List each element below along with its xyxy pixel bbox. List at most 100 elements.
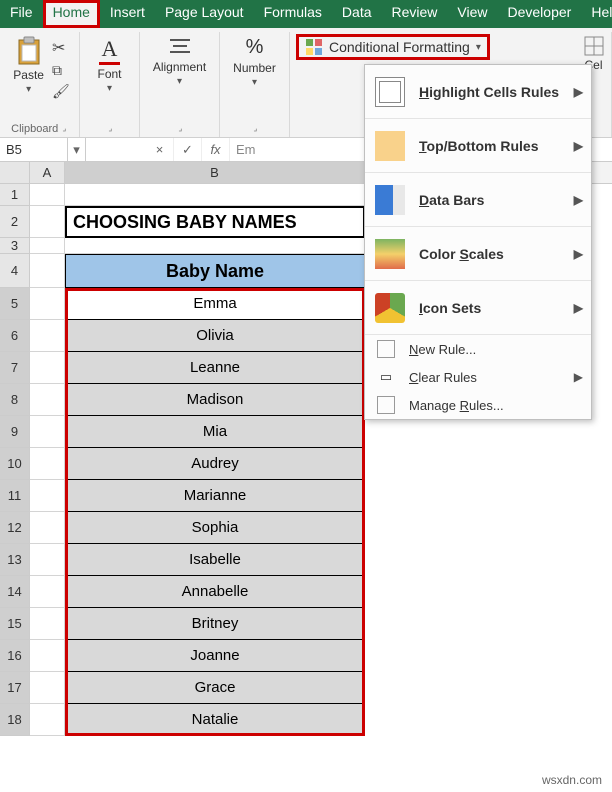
row-header[interactable]: 14 xyxy=(0,576,30,608)
row-header[interactable]: 12 xyxy=(0,512,30,544)
cell[interactable] xyxy=(30,206,65,238)
cell[interactable] xyxy=(30,448,65,480)
table-row[interactable]: Marianne xyxy=(65,480,365,512)
dialog-launcher-icon[interactable] xyxy=(106,124,114,135)
cell[interactable] xyxy=(30,254,65,288)
tab-home[interactable]: Home xyxy=(43,0,100,28)
alignment-icon xyxy=(168,36,192,58)
cell[interactable] xyxy=(30,672,65,704)
chevron-right-icon: ▶ xyxy=(574,85,583,99)
row-header[interactable]: 13 xyxy=(0,544,30,576)
row-header[interactable]: 2 xyxy=(0,206,30,238)
clipboard-icon xyxy=(16,36,42,66)
row-header[interactable]: 5 xyxy=(0,288,30,320)
row-header[interactable]: 3 xyxy=(0,238,30,254)
chevron-right-icon: ▶ xyxy=(574,301,583,315)
cell[interactable] xyxy=(30,544,65,576)
table-row[interactable]: Olivia xyxy=(65,320,365,352)
conditional-formatting-button[interactable]: Conditional Formatting ▾ xyxy=(296,34,490,60)
tab-pagelayout[interactable]: Page Layout xyxy=(155,0,254,28)
tab-review[interactable]: Review xyxy=(382,0,448,28)
cancel-button[interactable]: × xyxy=(146,138,174,161)
table-row[interactable]: Isabelle xyxy=(65,544,365,576)
row-header[interactable]: 16 xyxy=(0,640,30,672)
dialog-launcher-icon[interactable] xyxy=(251,124,259,135)
column-header-B[interactable]: B xyxy=(65,162,365,183)
font-button[interactable]: A Font ▾ xyxy=(93,34,125,96)
table-row[interactable]: Mia xyxy=(65,416,365,448)
row-header[interactable]: 6 xyxy=(0,320,30,352)
cell[interactable] xyxy=(30,238,65,254)
row-header[interactable]: 17 xyxy=(0,672,30,704)
dialog-launcher-icon[interactable] xyxy=(176,124,184,135)
tab-file[interactable]: File xyxy=(0,0,43,28)
paste-button[interactable]: Paste ▾ xyxy=(9,34,48,100)
table-row[interactable]: Joanne xyxy=(65,640,365,672)
cell[interactable] xyxy=(30,576,65,608)
tab-view[interactable]: View xyxy=(447,0,497,28)
cell[interactable] xyxy=(30,416,65,448)
cell[interactable] xyxy=(30,320,65,352)
alignment-button[interactable]: Alignment ▾ xyxy=(149,34,210,89)
cell[interactable] xyxy=(30,704,65,736)
namebox-dropdown[interactable]: ▾ xyxy=(68,138,86,161)
cell[interactable] xyxy=(30,352,65,384)
menu-icon-sets[interactable]: Icon Sets ▶ xyxy=(365,281,591,335)
table-row[interactable]: Annabelle xyxy=(65,576,365,608)
menu-color-scales[interactable]: Color Scales ▶ xyxy=(365,227,591,281)
cell[interactable] xyxy=(30,288,65,320)
copy-icon[interactable]: ⧉ xyxy=(52,62,70,79)
table-row[interactable]: Sophia xyxy=(65,512,365,544)
column-header-A[interactable]: A xyxy=(30,162,65,183)
table-row[interactable]: Emma xyxy=(65,288,365,320)
title-cell[interactable]: CHOOSING BABY NAMES xyxy=(65,206,365,238)
clear-rules-icon: ▭ xyxy=(377,368,395,386)
menu-clear-rules[interactable]: ▭ Clear Rules ▶ xyxy=(365,363,591,391)
table-row[interactable]: Natalie xyxy=(65,704,365,736)
table-row[interactable]: Audrey xyxy=(65,448,365,480)
menu-manage-rules[interactable]: Manage Rules... xyxy=(365,391,591,419)
cell[interactable] xyxy=(30,608,65,640)
select-all-cell[interactable] xyxy=(0,162,30,183)
tab-developer[interactable]: Developer xyxy=(498,0,582,28)
row-header[interactable]: 15 xyxy=(0,608,30,640)
cell[interactable] xyxy=(65,238,365,254)
menu-data-bars[interactable]: Data Bars ▶ xyxy=(365,173,591,227)
table-row[interactable]: Britney xyxy=(65,608,365,640)
table-row[interactable]: Madison xyxy=(65,384,365,416)
table-row[interactable]: Leanne xyxy=(65,352,365,384)
tab-help[interactable]: Help xyxy=(581,0,612,28)
tab-data[interactable]: Data xyxy=(332,0,382,28)
tab-insert[interactable]: Insert xyxy=(100,0,155,28)
row-header[interactable]: 7 xyxy=(0,352,30,384)
format-painter-icon[interactable]: 🖌 xyxy=(52,83,70,100)
row-header[interactable]: 11 xyxy=(0,480,30,512)
menu-top-bottom[interactable]: Top/Bottom Rules ▶ xyxy=(365,119,591,173)
row-header[interactable]: 1 xyxy=(0,184,30,206)
row-header[interactable]: 4 xyxy=(0,254,30,288)
group-clipboard: Paste ▾ ✂ ⧉ 🖌 Clipboard xyxy=(0,32,80,137)
fx-button[interactable]: fx xyxy=(202,138,230,161)
cell[interactable] xyxy=(30,512,65,544)
chevron-down-icon: ▾ xyxy=(252,77,257,88)
row-header[interactable]: 18 xyxy=(0,704,30,736)
cell[interactable] xyxy=(30,480,65,512)
row-header[interactable]: 9 xyxy=(0,416,30,448)
row-header[interactable]: 10 xyxy=(0,448,30,480)
cell[interactable] xyxy=(30,640,65,672)
number-label: Number xyxy=(233,61,276,75)
cell[interactable] xyxy=(65,184,365,206)
number-button[interactable]: % Number ▾ xyxy=(229,34,280,90)
menu-new-rule[interactable]: New Rule... xyxy=(365,335,591,363)
table-header-cell[interactable]: Baby Name xyxy=(65,254,365,288)
dialog-launcher-icon[interactable] xyxy=(60,123,68,135)
tab-formulas[interactable]: Formulas xyxy=(254,0,332,28)
cut-icon[interactable]: ✂ xyxy=(52,38,70,58)
confirm-button[interactable]: ✓ xyxy=(174,138,202,161)
table-row[interactable]: Grace xyxy=(65,672,365,704)
menu-highlight-cells[interactable]: Highlight Cells Rules ▶ xyxy=(365,65,591,119)
row-header[interactable]: 8 xyxy=(0,384,30,416)
cell[interactable] xyxy=(30,184,65,206)
cell[interactable] xyxy=(30,384,65,416)
name-box[interactable]: B5 xyxy=(0,138,68,161)
